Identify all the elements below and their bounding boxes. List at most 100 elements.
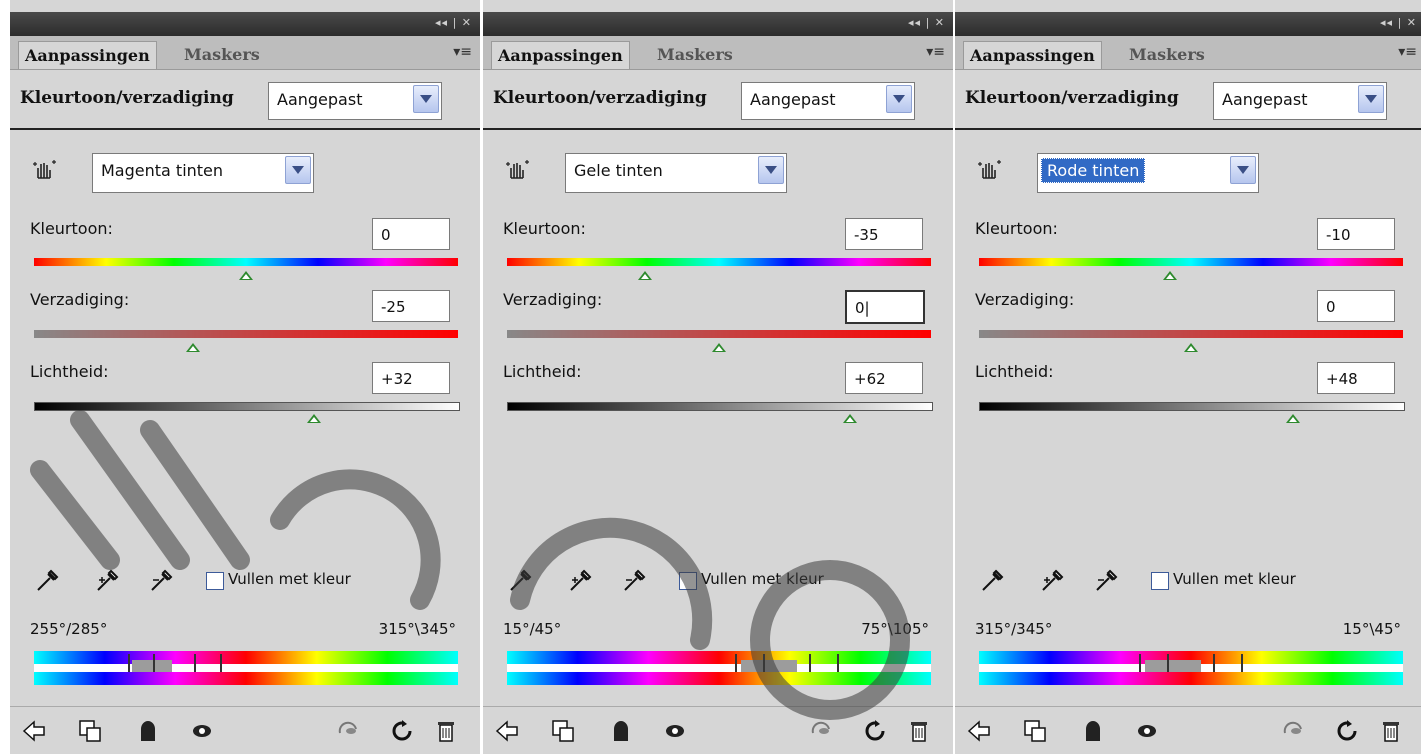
spectrum-top-bar	[507, 651, 931, 664]
chevron-down-icon[interactable]	[886, 85, 912, 113]
eye-visibility-icon[interactable]	[1135, 719, 1159, 743]
lightness-slider-track[interactable]	[507, 402, 933, 411]
expand-view-icon[interactable]	[551, 719, 575, 743]
hue-slider-track[interactable]	[979, 258, 1403, 266]
tab-masks[interactable]: Maskers	[178, 41, 266, 68]
preset-select[interactable]: Aangepast	[268, 82, 442, 120]
saturation-slider-track[interactable]	[507, 330, 931, 338]
range-end-degrees: 15°\45°	[1342, 620, 1401, 638]
saturation-input[interactable]: 0|	[845, 290, 925, 324]
saturation-slider-track[interactable]	[979, 330, 1403, 338]
eyedropper-minus-icon[interactable]	[148, 566, 176, 594]
tab-adjustments[interactable]: Aanpassingen	[963, 41, 1102, 69]
saturation-input[interactable]: 0	[1317, 290, 1395, 322]
back-arrow-icon[interactable]	[495, 719, 519, 743]
eyedropper-icon[interactable]	[507, 566, 535, 594]
eyedropper-icon[interactable]	[34, 566, 62, 594]
reset-icon[interactable]	[863, 719, 887, 743]
tab-masks[interactable]: Maskers	[651, 41, 739, 68]
range-slider-track[interactable]	[507, 664, 931, 672]
saturation-slider-thumb[interactable]	[186, 343, 200, 352]
preset-select[interactable]: Aangepast	[741, 82, 915, 120]
view-previous-icon[interactable]	[1281, 719, 1305, 743]
colorize-label: Vullen met kleur	[701, 570, 824, 588]
chevron-down-icon[interactable]	[285, 156, 311, 184]
panel-menu-icon[interactable]: ▾≡	[453, 44, 472, 60]
colorize-checkbox[interactable]	[206, 572, 224, 590]
chevron-down-icon[interactable]	[413, 85, 439, 113]
range-select[interactable]: Magenta tinten	[92, 153, 314, 193]
hue-slider-thumb[interactable]	[239, 271, 253, 280]
range-value: Rode tinten	[1041, 158, 1146, 183]
eyedropper-plus-icon[interactable]	[567, 566, 595, 594]
tab-masks[interactable]: Maskers	[1123, 41, 1211, 68]
expand-view-icon[interactable]	[1023, 719, 1047, 743]
collapse-close-controls[interactable]: ◂◂ | ✕	[435, 16, 472, 29]
saturation-value: -25	[381, 298, 406, 316]
hue-slider-thumb[interactable]	[637, 271, 652, 280]
collapse-close-controls[interactable]: ◂◂ | ✕	[1380, 16, 1417, 29]
lightness-input[interactable]: +32	[372, 362, 450, 394]
range-slider-track[interactable]	[34, 664, 458, 672]
colorize-checkbox[interactable]	[1151, 572, 1169, 590]
trash-icon[interactable]	[1379, 719, 1403, 743]
reset-icon[interactable]	[390, 719, 414, 743]
eyedropper-plus-icon[interactable]	[94, 566, 122, 594]
lightness-input[interactable]: +48	[1317, 362, 1395, 394]
clip-layer-icon[interactable]	[1081, 719, 1105, 743]
trash-icon[interactable]	[434, 719, 458, 743]
saturation-label: Verzadiging:	[30, 290, 130, 309]
panel-menu-icon[interactable]: ▾≡	[926, 44, 945, 60]
chevron-down-icon[interactable]	[1230, 156, 1256, 184]
expand-view-icon[interactable]	[78, 719, 102, 743]
eye-visibility-icon[interactable]	[190, 719, 214, 743]
back-arrow-icon[interactable]	[22, 719, 46, 743]
view-previous-icon[interactable]	[336, 719, 360, 743]
saturation-slider-track[interactable]	[34, 330, 458, 338]
range-end-degrees: 315°\345°	[378, 620, 456, 638]
targeted-adjustment-hand-icon[interactable]	[505, 158, 531, 184]
hue-slider-track[interactable]	[34, 258, 458, 266]
targeted-adjustment-hand-icon[interactable]	[977, 158, 1003, 184]
adjustment-title: Kleurtoon/verzadiging	[965, 88, 1179, 108]
range-select[interactable]: Gele tinten	[565, 153, 787, 193]
saturation-label: Verzadiging:	[503, 290, 603, 309]
trash-icon[interactable]	[907, 719, 931, 743]
tab-adjustments[interactable]: Aanpassingen	[491, 41, 630, 69]
lightness-input[interactable]: +62	[845, 362, 923, 394]
reset-icon[interactable]	[1335, 719, 1359, 743]
hue-input[interactable]: 0	[372, 218, 450, 250]
lightness-slider-track[interactable]	[979, 402, 1405, 411]
hue-input[interactable]: -10	[1317, 218, 1395, 250]
eyedropper-minus-icon[interactable]	[1093, 566, 1121, 594]
back-arrow-icon[interactable]	[967, 719, 991, 743]
lightness-slider-thumb[interactable]	[843, 414, 858, 423]
saturation-slider-thumb[interactable]	[1184, 343, 1198, 352]
range-select[interactable]: Rode tinten	[1037, 153, 1259, 193]
colorize-checkbox[interactable]	[679, 572, 697, 590]
spectrum-bottom-bar	[34, 672, 458, 685]
hue-input[interactable]: -35	[845, 218, 923, 250]
clip-layer-icon[interactable]	[609, 719, 633, 743]
colorize-label: Vullen met kleur	[1173, 570, 1296, 588]
panel-menu-icon[interactable]: ▾≡	[1398, 44, 1417, 60]
hue-slider-track[interactable]	[507, 258, 931, 266]
chevron-down-icon[interactable]	[1358, 85, 1384, 113]
saturation-slider-thumb[interactable]	[712, 343, 726, 352]
chevron-down-icon[interactable]	[758, 156, 784, 184]
lightness-slider-thumb[interactable]	[1285, 414, 1300, 423]
lightness-slider-track[interactable]	[34, 402, 460, 411]
view-previous-icon[interactable]	[809, 719, 833, 743]
lightness-slider-thumb[interactable]	[306, 414, 321, 423]
clip-layer-icon[interactable]	[136, 719, 160, 743]
targeted-adjustment-hand-icon[interactable]	[32, 158, 58, 184]
saturation-input[interactable]: -25	[372, 290, 450, 322]
collapse-close-controls[interactable]: ◂◂ | ✕	[908, 16, 945, 29]
eyedropper-plus-icon[interactable]	[1039, 566, 1067, 594]
hue-slider-thumb[interactable]	[1162, 271, 1177, 280]
eye-visibility-icon[interactable]	[663, 719, 687, 743]
eyedropper-minus-icon[interactable]	[621, 566, 649, 594]
tab-adjustments[interactable]: Aanpassingen	[18, 41, 157, 69]
eyedropper-icon[interactable]	[979, 566, 1007, 594]
preset-select[interactable]: Aangepast	[1213, 82, 1387, 120]
